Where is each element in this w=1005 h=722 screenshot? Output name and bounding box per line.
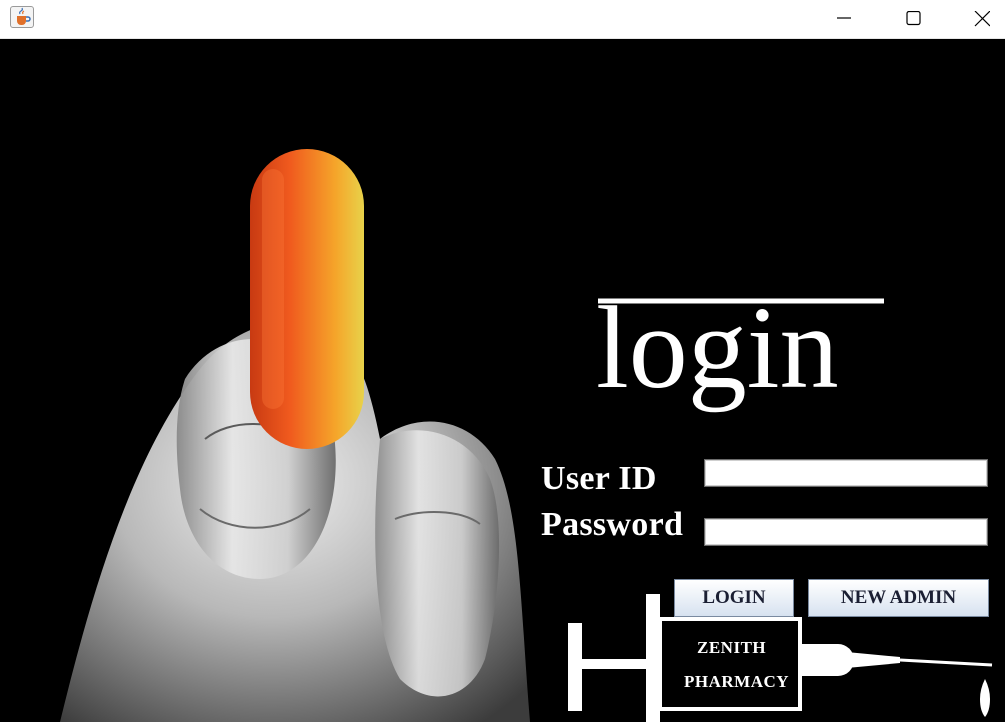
background-image: login [60, 149, 993, 722]
login-heading-art: login [596, 282, 884, 413]
logo-text-line1: ZENITH [697, 638, 767, 657]
close-button[interactable] [959, 0, 1005, 38]
user-id-label: User ID [541, 460, 657, 497]
user-id-input[interactable] [704, 459, 988, 487]
password-label: Password [541, 506, 684, 543]
maximize-icon [906, 11, 921, 26]
close-icon [974, 11, 990, 27]
title-bar [0, 0, 1005, 39]
login-button[interactable]: LOGIN [674, 579, 794, 617]
password-input[interactable] [704, 518, 988, 546]
new-admin-button[interactable]: NEW ADMIN [808, 579, 989, 617]
java-cup-icon[interactable] [10, 6, 34, 28]
login-panel: login User ID Password LOGIN NEW ADMIN Z… [0, 39, 1005, 722]
minimize-icon [837, 17, 851, 19]
minimize-button[interactable] [821, 0, 867, 38]
logo-text-line2: PHARMACY [684, 672, 790, 691]
maximize-button[interactable] [890, 0, 936, 38]
